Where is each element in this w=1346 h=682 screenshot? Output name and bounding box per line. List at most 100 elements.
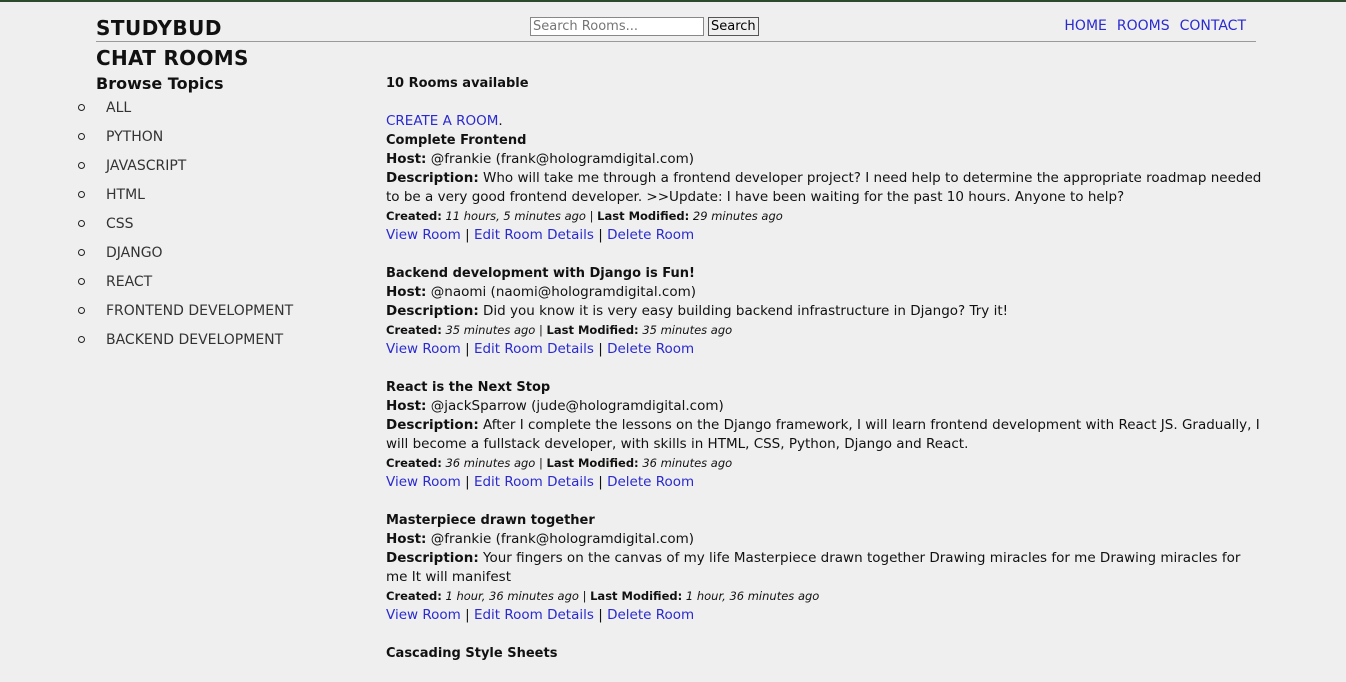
main-nav: HOME ROOMS CONTACT: [1064, 18, 1246, 34]
view-room-link[interactable]: View Room: [386, 474, 461, 490]
room-card: Backend development with Django is Fun! …: [386, 264, 1266, 359]
create-room-suffix: .: [498, 113, 503, 129]
create-room-link[interactable]: CREATE A ROOM: [386, 113, 498, 129]
description-label: Description:: [386, 550, 479, 566]
description-label: Description:: [386, 417, 479, 433]
bullet-icon: [78, 220, 85, 227]
host-label: Host:: [386, 398, 427, 414]
created-value: 11 hours, 5 minutes ago: [445, 209, 586, 223]
create-room-line: CREATE A ROOM.: [386, 112, 1266, 131]
description-value: Did you know it is very easy building ba…: [483, 303, 1009, 319]
description-label: Description:: [386, 303, 479, 319]
room-title: Masterpiece drawn together: [386, 513, 595, 528]
action-separator: |: [465, 607, 470, 623]
search-form: Search: [530, 17, 759, 36]
room-card: Complete Frontend Host: @frankie (frank@…: [386, 131, 1266, 245]
room-actions: View Room | Edit Room Details | Delete R…: [386, 473, 1266, 492]
bullet-icon: [78, 278, 85, 285]
topic-link[interactable]: PYTHON: [106, 128, 163, 146]
action-separator: |: [465, 474, 470, 490]
description-label: Description:: [386, 170, 479, 186]
room-card: React is the Next Stop Host: @jackSparro…: [386, 378, 1266, 492]
nav-home-link[interactable]: HOME: [1064, 18, 1106, 34]
date-separator: |: [589, 209, 594, 223]
room-actions: View Room | Edit Room Details | Delete R…: [386, 340, 1266, 359]
host-value: @frankie (frank@hologramdigital.com): [430, 151, 694, 167]
brand-logo[interactable]: STUDYBUD: [96, 16, 222, 40]
room-title: Cascading Style Sheets: [386, 646, 558, 661]
room-card: Cascading Style Sheets: [386, 644, 1266, 663]
edit-room-link[interactable]: Edit Room Details: [474, 341, 594, 357]
host-label: Host:: [386, 531, 427, 547]
modified-label: Last Modified:: [546, 323, 639, 337]
room-dates: Created: 36 minutes ago | Last Modified:…: [386, 454, 1266, 473]
room-title: Complete Frontend: [386, 133, 527, 148]
view-room-link[interactable]: View Room: [386, 341, 461, 357]
bullet-icon: [78, 104, 85, 111]
delete-room-link[interactable]: Delete Room: [607, 227, 694, 243]
bullet-icon: [78, 191, 85, 198]
room-host: Host: @frankie (frank@hologramdigital.co…: [386, 530, 1266, 549]
created-value: 35 minutes ago: [445, 323, 536, 337]
room-description: Description: Your fingers on the canvas …: [386, 549, 1266, 587]
topic-item-react: REACT: [78, 273, 356, 302]
topic-item-css: CSS: [78, 215, 356, 244]
delete-room-link[interactable]: Delete Room: [607, 474, 694, 490]
host-value: @jackSparrow (jude@hologramdigital.com): [430, 398, 724, 414]
action-separator: |: [598, 607, 603, 623]
top-navbar: STUDYBUD Search HOME ROOMS CONTACT: [96, 2, 1256, 42]
modified-value: 29 minutes ago: [692, 209, 783, 223]
edit-room-link[interactable]: Edit Room Details: [474, 227, 594, 243]
topic-link[interactable]: BACKEND DEVELOPMENT: [106, 331, 283, 349]
created-value: 36 minutes ago: [445, 456, 536, 470]
rooms-count: 10 Rooms available: [386, 76, 529, 91]
room-host: Host: @naomi (naomi@hologramdigital.com): [386, 283, 1266, 302]
topic-item-django: DJANGO: [78, 244, 356, 273]
action-separator: |: [598, 227, 603, 243]
nav-contact-link[interactable]: CONTACT: [1180, 18, 1246, 34]
modified-value: 35 minutes ago: [642, 323, 733, 337]
browse-topics-heading: Browse Topics: [96, 74, 224, 93]
delete-room-link[interactable]: Delete Room: [607, 341, 694, 357]
created-value: 1 hour, 36 minutes ago: [445, 589, 579, 603]
bullet-icon: [78, 249, 85, 256]
topic-item-javascript: JAVASCRIPT: [78, 157, 356, 186]
room-description: Description: Did you know it is very eas…: [386, 302, 1266, 321]
modified-label: Last Modified:: [546, 456, 639, 470]
host-label: Host:: [386, 151, 427, 167]
topic-item-all: ALL: [78, 99, 356, 128]
action-separator: |: [465, 227, 470, 243]
description-value: After I complete the lessons on the Djan…: [386, 417, 1260, 452]
bullet-icon: [78, 133, 85, 140]
search-input[interactable]: [530, 17, 704, 36]
topic-link[interactable]: REACT: [106, 273, 152, 291]
edit-room-link[interactable]: Edit Room Details: [474, 607, 594, 623]
topic-item-python: PYTHON: [78, 128, 356, 157]
room-description: Description: Who will take me through a …: [386, 169, 1266, 207]
nav-rooms-link[interactable]: ROOMS: [1117, 18, 1170, 34]
view-room-link[interactable]: View Room: [386, 227, 461, 243]
delete-room-link[interactable]: Delete Room: [607, 607, 694, 623]
search-button[interactable]: Search: [708, 17, 759, 36]
view-room-link[interactable]: View Room: [386, 607, 461, 623]
room-dates: Created: 35 minutes ago | Last Modified:…: [386, 321, 1266, 340]
room-title: Backend development with Django is Fun!: [386, 266, 695, 281]
topic-item-frontend: FRONTEND DEVELOPMENT: [78, 302, 356, 331]
topic-link[interactable]: DJANGO: [106, 244, 163, 262]
topics-sidebar: Browse Topics ALL PYTHON JAVASCRIPT HTML…: [78, 74, 356, 360]
room-description: Description: After I complete the lesson…: [386, 416, 1266, 454]
action-separator: |: [598, 474, 603, 490]
created-label: Created:: [386, 589, 442, 603]
bullet-icon: [78, 307, 85, 314]
topic-link[interactable]: HTML: [106, 186, 145, 204]
edit-room-link[interactable]: Edit Room Details: [474, 474, 594, 490]
room-actions: View Room | Edit Room Details | Delete R…: [386, 226, 1266, 245]
date-separator: |: [582, 589, 587, 603]
description-value: Who will take me through a frontend deve…: [386, 170, 1262, 205]
topic-link[interactable]: CSS: [106, 215, 134, 233]
topic-link[interactable]: FRONTEND DEVELOPMENT: [106, 302, 293, 320]
room-list: 10 Rooms available CREATE A ROOM. Comple…: [386, 74, 1266, 682]
created-label: Created:: [386, 456, 442, 470]
topic-link[interactable]: JAVASCRIPT: [106, 157, 186, 175]
topic-link[interactable]: ALL: [106, 99, 131, 117]
